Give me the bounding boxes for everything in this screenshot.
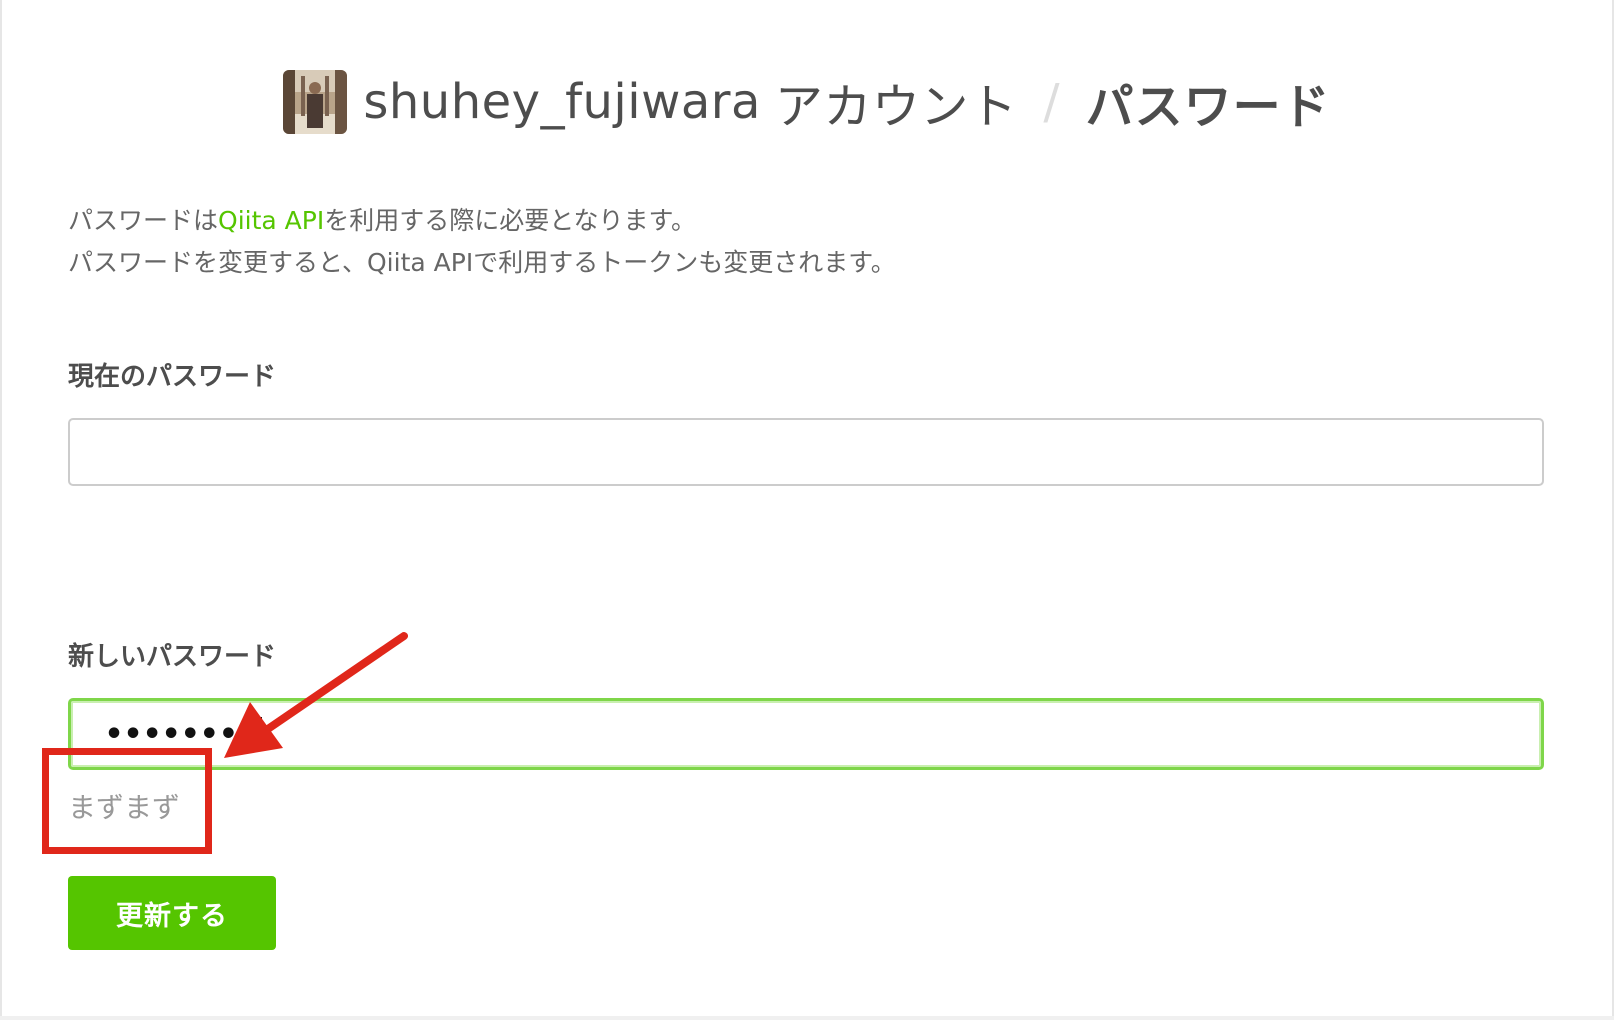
password-settings-page: shuhey_fujiwara アカウント / パスワード パスワードはQiit… (0, 0, 1614, 1020)
page-header: shuhey_fujiwara アカウント / パスワード (0, 68, 1614, 136)
update-button[interactable]: 更新する (68, 876, 276, 950)
text-caret (259, 717, 262, 751)
new-password-input[interactable]: •••••••• (68, 698, 1544, 770)
page-left-border (0, 0, 2, 1020)
page-title: パスワード (1085, 79, 1331, 135)
description-line-1-prefix: パスワードは (68, 206, 219, 235)
page-bottom-border (0, 1016, 1614, 1020)
account-username[interactable]: shuhey_fujiwara (363, 74, 761, 130)
description-line-2: パスワードを変更すると、Qiita APIで利用するトークンも変更されます。 (68, 248, 896, 277)
avatar[interactable] (283, 70, 348, 134)
password-description: パスワードはQiita APIを利用する際に必要となります。 パスワードを変更す… (68, 200, 1468, 284)
red-arrow-icon (224, 632, 408, 758)
current-password-label: 現在のパスワード (68, 362, 277, 392)
account-label[interactable]: アカウント (775, 67, 1018, 137)
qiita-api-link[interactable]: Qiita API (218, 206, 324, 235)
description-line-1: パスワードはQiita APIを利用する際に必要となります。 (68, 200, 1468, 242)
description-line-1-suffix: を利用する際に必要となります。 (324, 206, 696, 235)
breadcrumb-separator: / (1043, 74, 1060, 130)
new-password-value: •••••••• (105, 716, 258, 752)
annotation-highlight-box (42, 748, 212, 854)
current-password-input[interactable] (68, 418, 1544, 486)
avatar-photo-icon (283, 70, 348, 134)
new-password-label: 新しいパスワード (68, 642, 277, 672)
